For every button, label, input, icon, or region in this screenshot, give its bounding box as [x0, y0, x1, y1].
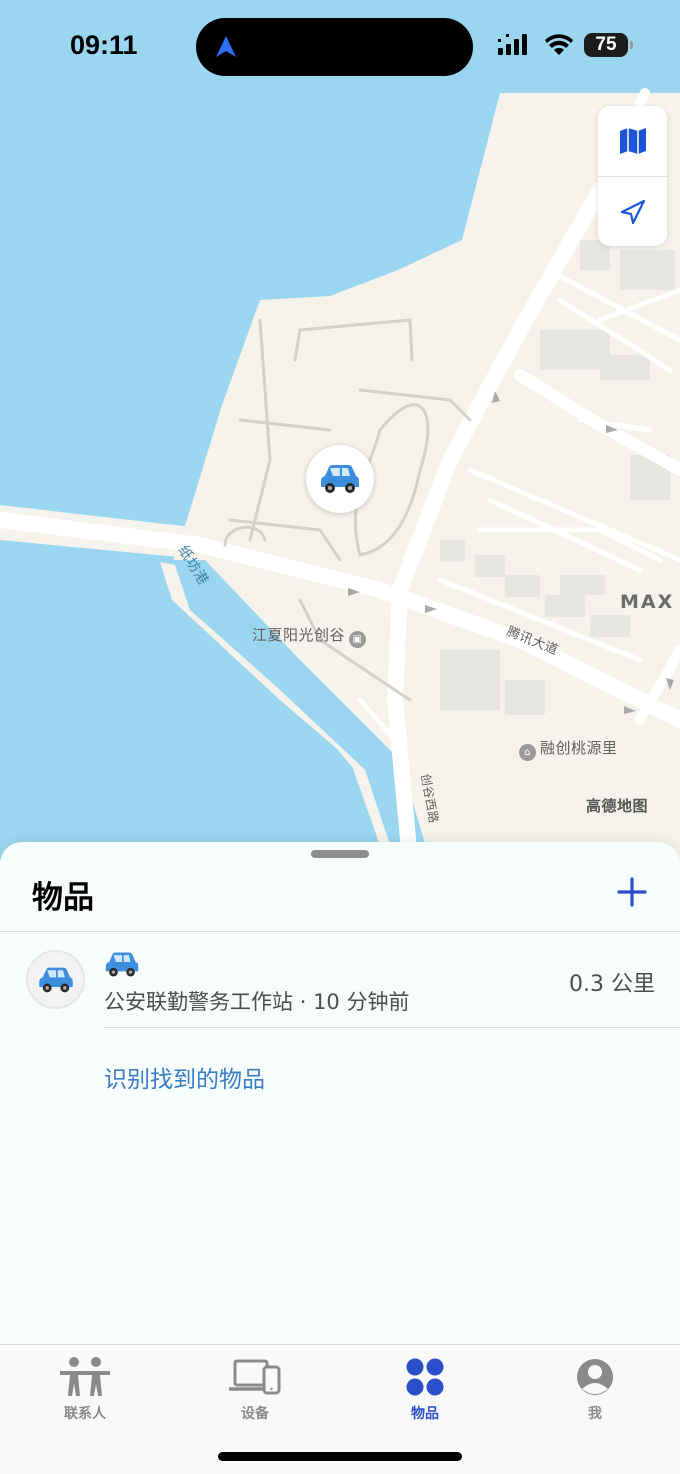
map-controls	[598, 106, 667, 246]
sheet-title: 物品	[32, 880, 94, 916]
dynamic-island[interactable]	[196, 18, 473, 76]
car-emoji	[321, 465, 359, 493]
locate-me-button[interactable]	[598, 176, 667, 246]
item-time: 10 分钟前	[313, 990, 410, 1014]
map-canvas	[0, 88, 680, 860]
location-arrow-icon	[620, 199, 645, 224]
items-sheet: 物品 公安联勤警务工作站 · 10 分钟前 0.3 公里 识别找到的物品	[0, 842, 680, 1344]
item-map-pin[interactable]	[306, 445, 374, 513]
wifi-icon	[545, 34, 573, 55]
tab-devices[interactable]: 设备	[170, 1355, 340, 1423]
tab-items-label: 物品	[411, 1406, 439, 1422]
navigation-icon	[216, 36, 236, 57]
max-label: MAX 科	[620, 591, 680, 613]
tab-people[interactable]: 联系人	[0, 1355, 170, 1423]
devices-icon	[229, 1359, 281, 1395]
sheet-grabber[interactable]	[311, 850, 369, 858]
signal-icon	[498, 34, 527, 55]
home-indicator[interactable]	[218, 1452, 462, 1461]
items-icon	[406, 1358, 444, 1396]
tab-me[interactable]: 我	[510, 1355, 680, 1423]
home-icon: ⌂	[519, 744, 536, 761]
map-mode-button[interactable]	[598, 106, 667, 176]
list-item[interactable]: 公安联勤警务工作站 · 10 分钟前 0.3 公里	[0, 932, 680, 1028]
map-provider-logo: 高德地图	[586, 797, 649, 815]
separator: ·	[299, 990, 307, 1014]
tab-devices-label: 设备	[241, 1406, 269, 1422]
map-view[interactable]: 纸坊港 江夏阳光创谷▣ 腾讯大道 MAX 科 ⌂融创桃源里 创谷西路 高德地图 …	[0, 0, 680, 860]
item-distance: 0.3 公里	[569, 972, 655, 997]
item-name	[104, 950, 140, 983]
add-item-button[interactable]	[612, 872, 652, 912]
divider	[104, 1027, 680, 1028]
tab-people-label: 联系人	[64, 1406, 106, 1422]
person-circle-icon	[577, 1359, 613, 1395]
item-location-time: 公安联勤警务工作站 · 10 分钟前	[104, 986, 409, 1016]
map-icon	[619, 128, 646, 154]
item-avatar	[26, 950, 85, 1009]
people-icon	[60, 1357, 110, 1396]
poi-rongchuang-label: 融创桃源里	[540, 739, 618, 757]
tab-items[interactable]: 物品	[340, 1355, 510, 1423]
identify-found-item-link[interactable]: 识别找到的物品	[104, 1060, 265, 1094]
car-emoji	[105, 952, 139, 977]
tab-me-label: 我	[588, 1406, 602, 1422]
poi-rongchuang[interactable]: ⌂ 融创桃源里	[519, 737, 618, 761]
poi-sunshine-valley-label: 江夏阳光创谷	[252, 626, 346, 644]
plus-icon	[617, 877, 647, 907]
car-emoji	[38, 967, 73, 992]
building-icon: ▣	[349, 631, 367, 648]
poi-sunshine-valley[interactable]: 江夏阳光创谷 ▣	[252, 624, 367, 648]
item-location: 公安联勤警务工作站	[104, 990, 293, 1014]
status-icons: 75	[498, 30, 633, 60]
battery-icon: 75	[584, 33, 633, 57]
status-time: 09:11	[70, 30, 138, 60]
